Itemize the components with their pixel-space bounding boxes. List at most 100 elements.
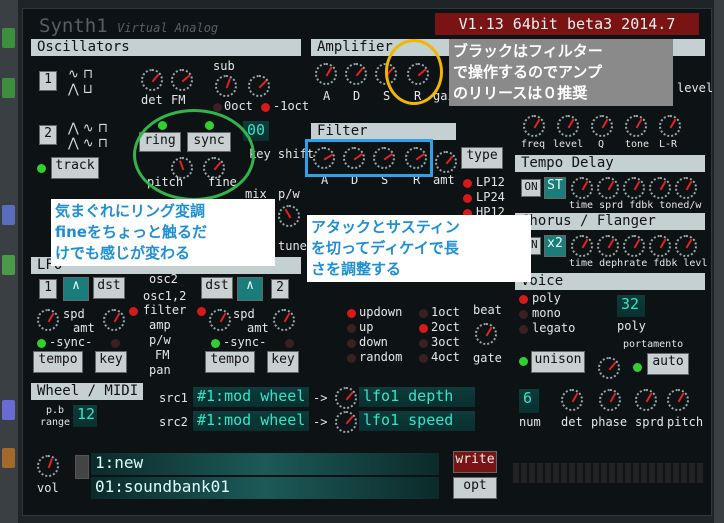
lfo2-tempo-button[interactable]: tempo (205, 351, 255, 373)
arp-random-led[interactable] (347, 354, 356, 363)
osc-fm-knob[interactable] (171, 69, 193, 91)
dest1-select[interactable]: lfo1 depth (359, 387, 475, 407)
unison-num-display[interactable]: 6 (519, 389, 539, 413)
chorus-time-knob[interactable] (571, 235, 593, 257)
src2-label: src2 (159, 415, 188, 429)
lfo2-sync-led[interactable] (211, 339, 220, 348)
osc-det-knob[interactable] (141, 69, 163, 91)
lfo2-sync-led-2[interactable] (285, 339, 294, 348)
lfo-filter-led[interactable] (129, 307, 138, 316)
arp-down-led[interactable] (347, 339, 356, 348)
arp-updown-led[interactable] (347, 309, 356, 318)
delay-tone-knob[interactable] (649, 177, 671, 199)
osc2-button[interactable]: 2 (39, 125, 57, 145)
lfo1-sync-led[interactable] (37, 339, 46, 348)
track-button[interactable]: track (51, 157, 99, 179)
track-led[interactable] (37, 164, 46, 173)
patch-name-display[interactable]: 1:new (91, 453, 439, 475)
arp-4oct-led[interactable] (419, 354, 428, 363)
chorus-fdbk-knob[interactable] (649, 235, 671, 257)
effect-q-knob[interactable] (591, 115, 613, 137)
tune-knob[interactable] (278, 205, 300, 227)
src2-amount-knob[interactable] (335, 411, 357, 433)
amp-decay-knob[interactable] (345, 63, 367, 85)
volume-knob[interactable] (37, 455, 59, 477)
arp-3oct-led[interactable] (419, 339, 428, 348)
lfo2-amt-knob[interactable] (273, 309, 295, 331)
patch-scroll-button[interactable] (75, 455, 89, 479)
sub-wave-knob[interactable] (248, 75, 270, 97)
unison-led[interactable] (519, 357, 528, 366)
sub-minus1oct-led[interactable] (261, 103, 270, 112)
lfo2-wave-button[interactable]: ∧ (237, 277, 263, 301)
lfo1-amt-knob[interactable] (103, 309, 125, 331)
lfo1-sync-led-2[interactable] (111, 339, 120, 348)
lfo2-dst-button[interactable]: dst (201, 277, 233, 299)
delay-on-button[interactable]: ON (521, 179, 541, 197)
auto-led[interactable] (633, 363, 642, 372)
voice-mode-mono: mono (532, 306, 561, 320)
unison-sprd-knob[interactable] (635, 389, 657, 411)
lfo1-spd-knob[interactable] (37, 309, 59, 331)
host-scrollbar[interactable] (714, 0, 724, 523)
lfo2-spd-knob[interactable] (209, 309, 231, 331)
sub-knob[interactable] (215, 75, 237, 97)
delay-dw-knob[interactable] (675, 177, 697, 199)
unison-det-knob[interactable] (561, 389, 583, 411)
desktop-background: Synth1 Virtual Analog V1.13 64bit beta3 … (0, 0, 724, 523)
effect-freq-knob[interactable] (523, 115, 545, 137)
delay-fdbk-knob[interactable] (623, 177, 645, 199)
osc1-button[interactable]: 1 (39, 71, 57, 91)
arp-up-led[interactable] (347, 324, 356, 333)
chorus-level-knob[interactable] (675, 235, 697, 257)
arp-gate-knob[interactable] (475, 323, 497, 345)
portamento-knob[interactable] (598, 357, 620, 379)
lfo1-key-button[interactable]: key (95, 351, 127, 373)
effect-lr-label: L-R (659, 139, 678, 150)
voice-legato-led[interactable] (519, 325, 528, 334)
poly-count-display[interactable]: 32 (617, 295, 645, 317)
filter-lp12-led[interactable] (463, 179, 472, 188)
write-button[interactable]: write (453, 451, 497, 473)
arp-1oct-led[interactable] (419, 309, 428, 318)
amp-attack-knob[interactable] (315, 63, 337, 85)
effect-level-knob[interactable] (557, 115, 579, 137)
lfo-filter-led-2[interactable] (197, 307, 206, 316)
arp-2oct-led[interactable] (419, 324, 428, 333)
osc1-wave-icons[interactable]: ∿ ⊓ ⋀ ⊔ (68, 67, 93, 97)
auto-button[interactable]: auto (647, 353, 689, 375)
bank-name-display[interactable]: 01:soundbank01 (91, 477, 439, 499)
chorus-depth-knob[interactable] (597, 235, 619, 257)
effect-tone-knob[interactable] (625, 115, 647, 137)
effect-lr-knob[interactable] (659, 115, 681, 137)
filter-type-button[interactable]: type (461, 147, 503, 169)
opt-button[interactable]: opt (453, 477, 497, 499)
chorus-rate-knob[interactable] (623, 235, 645, 257)
filter-amt-knob[interactable] (435, 151, 457, 173)
voice-poly-led[interactable] (519, 295, 528, 304)
unison-phase-knob[interactable] (599, 389, 621, 411)
pb-range-display[interactable]: 12 (73, 405, 97, 427)
delay-st-button[interactable]: ST (544, 177, 566, 199)
sub-label: sub (213, 59, 235, 73)
unison-button[interactable]: unison (531, 351, 585, 373)
src1-amount-knob[interactable] (335, 387, 357, 409)
delay-sprd-knob[interactable] (597, 177, 619, 199)
lfo1-wave-button[interactable]: ∧ (63, 277, 89, 301)
annotation-green-circle (133, 109, 255, 201)
dest2-select[interactable]: lfo1 speed (359, 411, 475, 431)
lfo1-tempo-button[interactable]: tempo (33, 351, 83, 373)
lfo1-button[interactable]: 1 (39, 279, 57, 299)
chorus-x2-button[interactable]: x2 (544, 235, 566, 257)
filter-lp24-led[interactable] (463, 194, 472, 203)
lfo1-dst-button[interactable]: dst (93, 277, 125, 299)
unison-pitch-knob[interactable] (667, 389, 689, 411)
osc2-wave-icons[interactable]: ⋀ ∿ ⊓ ⋀ ∿ ⊓ (68, 121, 108, 151)
src1-select[interactable]: #1:mod wheel (193, 387, 309, 407)
delay-time-knob[interactable] (571, 177, 593, 199)
voice-mono-led[interactable] (519, 310, 528, 319)
lfo2-button[interactable]: 2 (271, 279, 289, 299)
src2-select[interactable]: #1:mod wheel (193, 411, 309, 431)
lfo-dest-fm: FM (155, 348, 170, 362)
lfo2-key-button[interactable]: key (267, 351, 299, 373)
